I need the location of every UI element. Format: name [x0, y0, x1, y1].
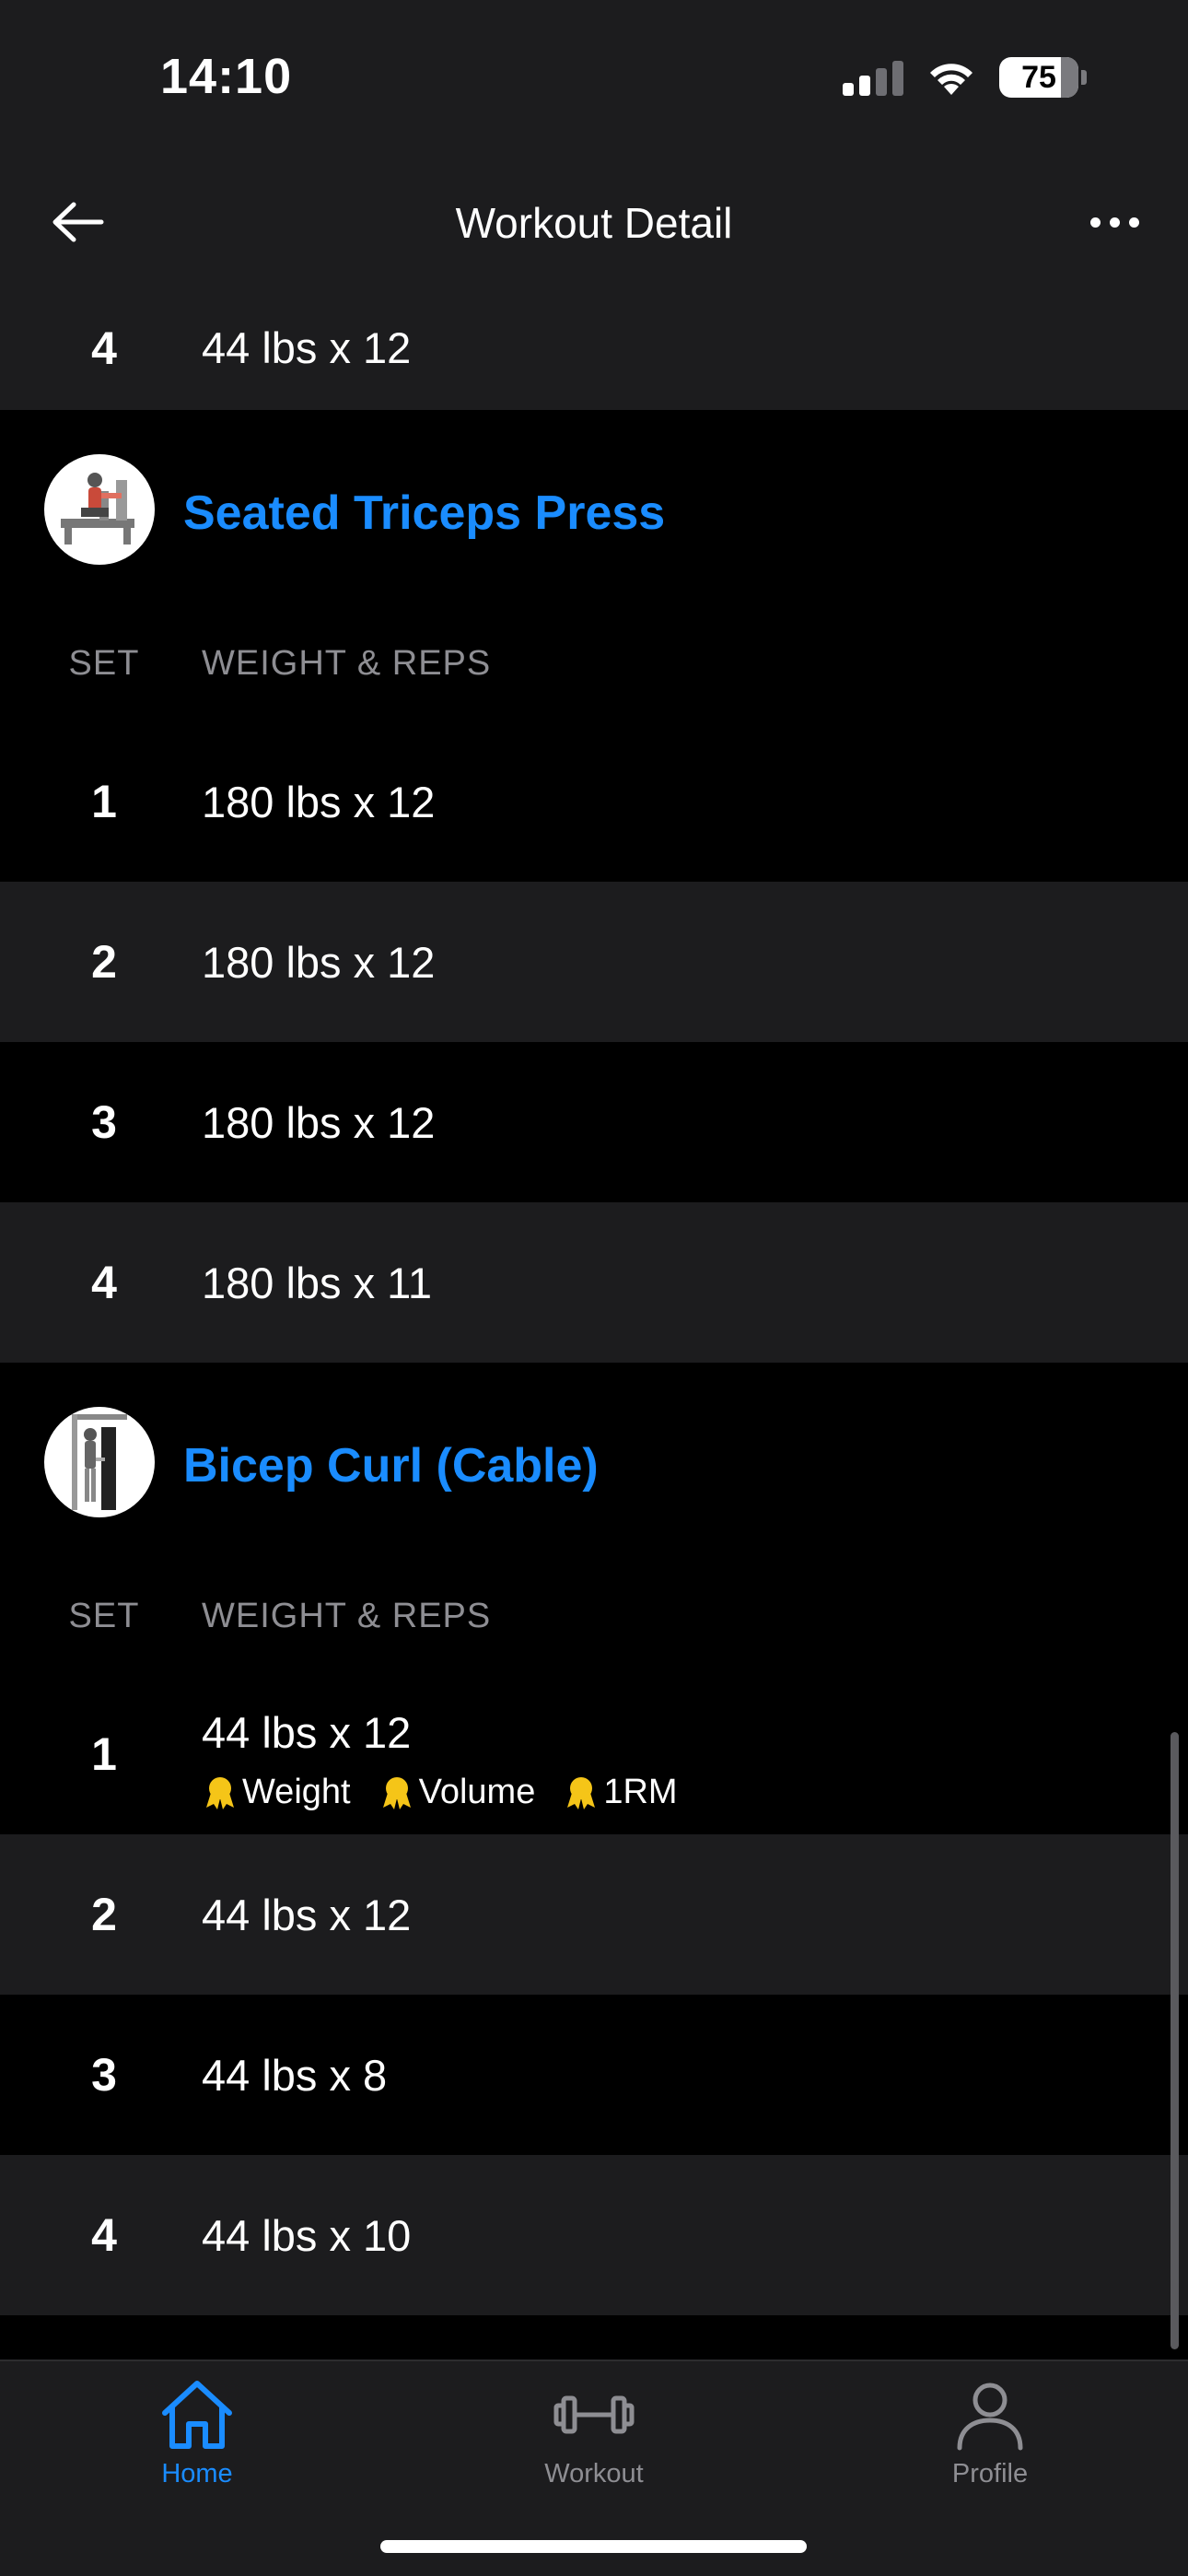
set-number: 2 — [91, 936, 117, 988]
set-number: 1 — [91, 776, 117, 827]
wifi-icon — [930, 64, 973, 95]
set-row: 4 44 lbs x 12 — [0, 286, 1188, 410]
workout-detail-list[interactable]: 4 44 lbs x 12 Seated Triceps Press SET W… — [0, 286, 1188, 2359]
pr-badge: 1RM — [563, 1773, 678, 1812]
column-header-weight-reps: WEIGHT & REPS — [202, 644, 492, 683]
more-dot-icon — [1089, 217, 1101, 228]
pr-badge: Volume — [379, 1773, 536, 1812]
pr-badge-label: 1RM — [603, 1773, 678, 1811]
set-number: 1 — [91, 1728, 117, 1780]
set-row: 4 180 lbs x 11 — [0, 1202, 1188, 1363]
more-options-button[interactable] — [1077, 194, 1151, 250]
set-weight-reps: 180 lbs x 11 — [202, 1258, 432, 1307]
tab-workout[interactable]: Workout — [474, 2378, 714, 2489]
set-weight-reps: 44 lbs x 12 — [202, 1708, 412, 1757]
column-headers: SET WEIGHT & REPS — [0, 1563, 1188, 1674]
set-row: 3 44 lbs x 8 — [0, 1995, 1188, 2155]
set-weight-reps: 44 lbs x 12 — [202, 1890, 412, 1939]
tab-label: Profile — [951, 2459, 1029, 2488]
set-weight-reps: 44 lbs x 10 — [202, 2210, 412, 2260]
cellular-signal-icon — [843, 59, 903, 96]
set-number: 4 — [91, 2209, 117, 2261]
pr-badge: Weight — [202, 1773, 351, 1812]
set-number: 4 — [91, 322, 117, 374]
set-weight-reps: 180 lbs x 12 — [202, 1097, 436, 1147]
scrollbar[interactable] — [1171, 1732, 1179, 2349]
set-weight-reps: 180 lbs x 12 — [202, 777, 436, 826]
pr-badges: Weight Volume 1RM — [202, 1773, 705, 1812]
set-weight-reps: 180 lbs x 12 — [202, 937, 436, 987]
set-row: 3 180 lbs x 12 — [0, 1042, 1188, 1202]
tab-profile[interactable]: Profile — [870, 2378, 1110, 2489]
column-headers: SET WEIGHT & REPS — [0, 611, 1188, 721]
set-row: 2 180 lbs x 12 — [0, 882, 1188, 1042]
dumbbell-icon — [553, 2395, 635, 2434]
set-number: 3 — [91, 1096, 117, 1148]
exercise-header[interactable]: Bicep Curl (Cable) — [0, 1363, 1188, 1563]
status-bar: 14:10 75 — [0, 0, 1188, 161]
exercise-name[interactable]: Bicep Curl (Cable) — [183, 1438, 599, 1493]
set-number: 4 — [91, 1257, 117, 1308]
battery-percent: 75 — [1021, 59, 1056, 95]
battery-icon: 75 — [999, 57, 1087, 98]
pr-badge-label: Weight — [242, 1773, 351, 1811]
column-header-weight-reps: WEIGHT & REPS — [202, 1597, 492, 1635]
nav-bar: Workout Detail — [0, 161, 1188, 286]
set-weight-reps: 44 lbs x 8 — [202, 2050, 388, 2100]
column-header-set: SET — [68, 644, 140, 683]
more-dot-icon — [1109, 217, 1120, 228]
page-title: Workout Detail — [455, 199, 733, 247]
set-weight-reps: 44 lbs x 12 — [202, 323, 412, 372]
home-indicator[interactable] — [380, 2540, 807, 2553]
exercise-header[interactable]: Seated Triceps Press — [0, 410, 1188, 611]
exercise-thumbnail — [44, 1407, 155, 1517]
set-row: 1 180 lbs x 12 — [0, 721, 1188, 882]
medal-icon — [382, 1776, 411, 1809]
home-icon — [162, 2381, 232, 2449]
set-number: 2 — [91, 1889, 117, 1940]
profile-icon — [957, 2383, 1023, 2451]
exercise-name[interactable]: Seated Triceps Press — [183, 486, 665, 541]
tab-home[interactable]: Home — [77, 2378, 317, 2489]
set-row: 2 44 lbs x 12 — [0, 1834, 1188, 1995]
exercise-thumbnail — [44, 454, 155, 565]
medal-icon — [567, 1776, 596, 1809]
tab-label: Home — [161, 2459, 233, 2488]
set-row: 1 44 lbs x 12 Weight Volume 1RM — [0, 1674, 1188, 1834]
medal-icon — [206, 1776, 234, 1809]
more-dot-icon — [1128, 217, 1139, 228]
set-number: 3 — [91, 2049, 117, 2101]
pr-badge-label: Volume — [418, 1773, 536, 1811]
set-row: 4 44 lbs x 10 — [0, 2155, 1188, 2315]
status-time: 14:10 — [160, 49, 293, 104]
tab-label: Workout — [544, 2459, 644, 2488]
column-header-set: SET — [68, 1597, 140, 1635]
status-indicators: 75 — [843, 57, 1087, 98]
